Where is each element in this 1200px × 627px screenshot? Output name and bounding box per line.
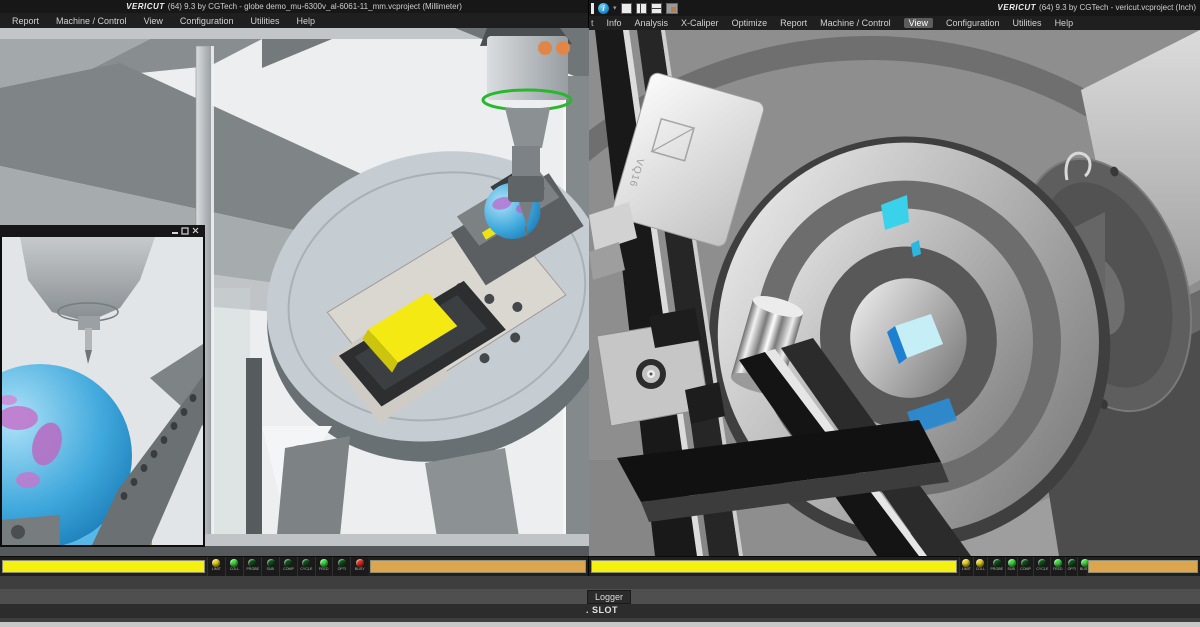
menu-item-help[interactable]: Help <box>296 16 315 26</box>
layout-split-vertical-icon[interactable] <box>636 3 647 14</box>
desktop: VERICUT(64) 9.3 by CGTech - globe demo_m… <box>0 0 1200 627</box>
menu-item-utilities[interactable]: Utilities <box>1013 18 1042 28</box>
vericut-window-mill: VERICUT(64) 9.3 by CGTech - globe demo_m… <box>0 0 589 576</box>
led-comp: COMP <box>279 557 297 577</box>
menu-item-view[interactable]: View <box>904 18 933 28</box>
menu-item-utilities[interactable]: Utilities <box>250 16 279 26</box>
led-opti: OPTI <box>332 557 350 577</box>
menu-item-info[interactable]: Info <box>607 18 622 28</box>
clipped-icon <box>591 3 594 14</box>
led-comp: COMP <box>1017 557 1033 577</box>
menu-item-x-caliper[interactable]: X-Caliper <box>681 18 719 28</box>
menu-item-optimize[interactable]: Optimize <box>732 18 768 28</box>
led-feed: FEED <box>315 557 333 577</box>
layout-restore-icon[interactable] <box>666 3 678 14</box>
lathe-3d-viewport[interactable]: VQ16 <box>589 30 1200 556</box>
menu-item-analysis[interactable]: Analysis <box>635 18 669 28</box>
inset-minimize-icon[interactable] <box>172 232 178 234</box>
led-coll: COLL <box>973 557 987 577</box>
inset-title-bar[interactable] <box>0 225 205 237</box>
vericut-logo: VERICUT <box>997 3 1036 12</box>
footer-status-band: . SLOT <box>0 604 1200 618</box>
led-sub: SUB <box>261 557 279 577</box>
nc-status-text: . SLOT <box>586 605 618 615</box>
inset-view-window[interactable] <box>0 225 205 556</box>
nc-status-leds: LIMIT COLL PROBE SUB COMP CYCLE FEED OPT… <box>207 557 368 577</box>
menu-item-report[interactable]: Report <box>780 18 807 28</box>
progress-bar-secondary <box>370 560 586 573</box>
led-coll: COLL <box>225 557 243 577</box>
footer-band <box>0 576 1200 589</box>
led-cycle: CYCLE <box>1033 557 1051 577</box>
taskbar-strip: Logger . SLOT <box>0 576 1200 627</box>
menu-item-clipped: t <box>591 18 594 28</box>
menu-item-machine-control[interactable]: Machine / Control <box>820 18 891 28</box>
led-limit: LIMIT <box>207 557 225 577</box>
menu-bar: t Info Analysis X-Caliper Optimize Repor… <box>589 16 1200 30</box>
status-bar: LIMIT COLL PROBE SUB COMP CYCLE FEED OPT… <box>589 556 1200 576</box>
chevron-down-icon[interactable]: ▾ <box>613 3 617 14</box>
vericut-logo: VERICUT <box>126 2 165 11</box>
footer-light-strip <box>0 622 1200 627</box>
menu-bar: Report Machine / Control View Configurat… <box>0 13 588 28</box>
window-title: (64) 9.3 by CGTech - globe demo_mu-6300v… <box>168 2 462 11</box>
progress-bar-primary <box>2 560 205 573</box>
led-limit: LIMIT <box>959 557 973 577</box>
footer-band: Logger <box>0 589 1200 604</box>
window-title-bar[interactable]: i ▾ VERICUT(64) 9.3 by CGTech - vericut.… <box>589 0 1200 16</box>
led-opti: OPTI <box>1065 557 1078 577</box>
menu-item-help[interactable]: Help <box>1055 18 1074 28</box>
led-probe: PROBE <box>243 557 262 577</box>
led-busy: BUSY <box>350 557 368 577</box>
logger-button[interactable]: Logger <box>587 590 631 604</box>
menu-item-view[interactable]: View <box>144 16 163 26</box>
progress-bar-secondary <box>1088 560 1198 573</box>
menu-item-configuration[interactable]: Configuration <box>180 16 234 26</box>
led-sub: SUB <box>1005 557 1016 577</box>
info-icon[interactable]: i <box>598 3 609 14</box>
mill-3d-viewport[interactable] <box>0 28 589 556</box>
progress-bar-primary <box>591 560 957 573</box>
led-cycle: CYCLE <box>297 557 315 577</box>
led-probe: PROBE <box>987 557 1006 577</box>
nc-status-leds: LIMIT COLL PROBE SUB COMP CYCLE FEED OPT… <box>959 557 1086 577</box>
view-toolbar: i ▾ <box>591 2 678 14</box>
menu-item-report[interactable]: Report <box>12 16 39 26</box>
led-feed: FEED <box>1050 557 1064 577</box>
layout-single-icon[interactable] <box>621 3 632 14</box>
status-bar: LIMIT COLL PROBE SUB COMP CYCLE FEED OPT… <box>0 556 588 576</box>
layout-split-horizontal-icon[interactable] <box>651 3 662 14</box>
vericut-window-lathe: i ▾ VERICUT(64) 9.3 by CGTech - vericut.… <box>589 0 1200 576</box>
window-title-bar[interactable]: VERICUT(64) 9.3 by CGTech - globe demo_m… <box>0 0 588 13</box>
menu-item-configuration[interactable]: Configuration <box>946 18 1000 28</box>
menu-item-machine-control[interactable]: Machine / Control <box>56 16 127 26</box>
window-title: VERICUT(64) 9.3 by CGTech - vericut.vcpr… <box>997 0 1196 16</box>
